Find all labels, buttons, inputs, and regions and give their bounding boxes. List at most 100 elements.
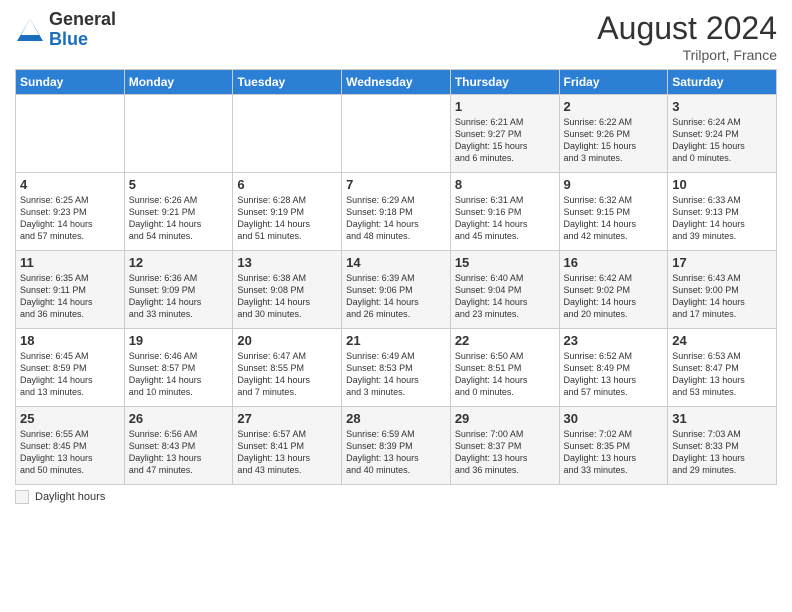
day-number: 19 [129, 333, 229, 348]
cell-w3-d0: 11Sunrise: 6:35 AM Sunset: 9:11 PM Dayli… [16, 251, 125, 329]
day-info: Sunrise: 6:26 AM Sunset: 9:21 PM Dayligh… [129, 194, 229, 243]
cell-w5-d4: 29 Sunrise: 7:00 AM Sunset: 8:37 PM Dayli… [450, 407, 559, 485]
day-info: Sunrise: 6:43 AM Sunset: 9:00 PM Dayligh… [672, 272, 772, 321]
legend-box [15, 490, 29, 504]
weekday-thursday: Thursday [450, 70, 559, 95]
cell-w2-d2: 6Sunrise: 6:28 AM Sunset: 9:19 PM Daylig… [233, 173, 342, 251]
cell-w3-d6: 17 Sunrise: 6:43 AM Sunset: 9:00 PM Dayli… [668, 251, 777, 329]
day-info: Sunrise: 6:24 AM Sunset: 9:24 PM Dayligh… [672, 116, 772, 165]
day-number: 25 [20, 411, 120, 426]
day-number: 27 [237, 411, 337, 426]
day-number: 3 [672, 99, 772, 114]
day-info: Sunrise: 6:31 AM Sunset: 9:16 PM Dayligh… [455, 194, 555, 243]
cell-w1-d4: 1 Sunrise: 6:21 AM Sunset: 9:27 PM Daylig… [450, 95, 559, 173]
cell-w4-d5: 23 Sunrise: 6:52 AM Sunset: 8:49 PM Dayli… [559, 329, 668, 407]
cell-w4-d0: 18 Sunrise: 6:45 AM Sunset: 8:59 PM Dayli… [16, 329, 125, 407]
logo-icon [15, 15, 45, 45]
day-number: 26 [129, 411, 229, 426]
day-number: 1 [455, 99, 555, 114]
day-info: Sunrise: 6:21 AM Sunset: 9:27 PM Dayligh… [455, 116, 555, 165]
logo-text: General Blue [49, 10, 116, 50]
day-info: Sunrise: 6:45 AM Sunset: 8:59 PM Dayligh… [20, 350, 120, 399]
day-info: Sunrise: 6:36 AM Sunset: 9:09 PM Dayligh… [129, 272, 229, 321]
cell-w5-d2: 27 Sunrise: 6:57 AM Sunset: 8:41 PM Dayli… [233, 407, 342, 485]
cell-w3-d1: 12 Sunrise: 6:36 AM Sunset: 9:09 PM Dayli… [124, 251, 233, 329]
week-row-1: 1 Sunrise: 6:21 AM Sunset: 9:27 PM Daylig… [16, 95, 777, 173]
cell-w1-d1 [124, 95, 233, 173]
day-info: Sunrise: 6:25 AM Sunset: 9:23 PM Dayligh… [20, 194, 120, 243]
day-info: Sunrise: 6:42 AM Sunset: 9:02 PM Dayligh… [564, 272, 664, 321]
cell-w3-d3: 14 Sunrise: 6:39 AM Sunset: 9:06 PM Dayli… [342, 251, 451, 329]
cell-w4-d6: 24 Sunrise: 6:53 AM Sunset: 8:47 PM Dayli… [668, 329, 777, 407]
weekday-sunday: Sunday [16, 70, 125, 95]
day-info: Sunrise: 6:46 AM Sunset: 8:57 PM Dayligh… [129, 350, 229, 399]
day-info: Sunrise: 6:59 AM Sunset: 8:39 PM Dayligh… [346, 428, 446, 477]
cell-w5-d5: 30Sunrise: 7:02 AM Sunset: 8:35 PM Dayli… [559, 407, 668, 485]
day-info: Sunrise: 6:39 AM Sunset: 9:06 PM Dayligh… [346, 272, 446, 321]
day-number: 9 [564, 177, 664, 192]
day-info: Sunrise: 6:38 AM Sunset: 9:08 PM Dayligh… [237, 272, 337, 321]
cell-w2-d5: 9 Sunrise: 6:32 AM Sunset: 9:15 PM Daylig… [559, 173, 668, 251]
day-info: Sunrise: 6:40 AM Sunset: 9:04 PM Dayligh… [455, 272, 555, 321]
day-number: 13 [237, 255, 337, 270]
header: General Blue August 2024 Trilport, Franc… [15, 10, 777, 63]
cell-w5-d0: 25 Sunrise: 6:55 AM Sunset: 8:45 PM Dayli… [16, 407, 125, 485]
day-info: Sunrise: 6:53 AM Sunset: 8:47 PM Dayligh… [672, 350, 772, 399]
day-info: Sunrise: 6:47 AM Sunset: 8:55 PM Dayligh… [237, 350, 337, 399]
day-info: Sunrise: 6:55 AM Sunset: 8:45 PM Dayligh… [20, 428, 120, 477]
week-row-4: 18 Sunrise: 6:45 AM Sunset: 8:59 PM Dayli… [16, 329, 777, 407]
cell-w1-d5: 2Sunrise: 6:22 AM Sunset: 9:26 PM Daylig… [559, 95, 668, 173]
weekday-tuesday: Tuesday [233, 70, 342, 95]
day-number: 23 [564, 333, 664, 348]
day-number: 21 [346, 333, 446, 348]
cell-w5-d6: 31Sunrise: 7:03 AM Sunset: 8:33 PM Dayli… [668, 407, 777, 485]
day-info: Sunrise: 6:32 AM Sunset: 9:15 PM Dayligh… [564, 194, 664, 243]
cell-w3-d2: 13 Sunrise: 6:38 AM Sunset: 9:08 PM Dayli… [233, 251, 342, 329]
weekday-friday: Friday [559, 70, 668, 95]
day-number: 31 [672, 411, 772, 426]
day-number: 12 [129, 255, 229, 270]
footer: Daylight hours [15, 490, 777, 504]
month-year: August 2024 [597, 10, 777, 47]
day-info: Sunrise: 6:57 AM Sunset: 8:41 PM Dayligh… [237, 428, 337, 477]
cell-w1-d2 [233, 95, 342, 173]
calendar-table: SundayMondayTuesdayWednesdayThursdayFrid… [15, 69, 777, 485]
day-number: 29 [455, 411, 555, 426]
day-info: Sunrise: 6:49 AM Sunset: 8:53 PM Dayligh… [346, 350, 446, 399]
cell-w5-d3: 28 Sunrise: 6:59 AM Sunset: 8:39 PM Dayli… [342, 407, 451, 485]
day-info: Sunrise: 6:28 AM Sunset: 9:19 PM Dayligh… [237, 194, 337, 243]
title-block: August 2024 Trilport, France [597, 10, 777, 63]
day-number: 10 [672, 177, 772, 192]
cell-w1-d3 [342, 95, 451, 173]
logo-blue-text: Blue [49, 30, 116, 50]
day-number: 8 [455, 177, 555, 192]
day-number: 28 [346, 411, 446, 426]
day-info: Sunrise: 6:52 AM Sunset: 8:49 PM Dayligh… [564, 350, 664, 399]
day-info: Sunrise: 6:56 AM Sunset: 8:43 PM Dayligh… [129, 428, 229, 477]
day-info: Sunrise: 6:50 AM Sunset: 8:51 PM Dayligh… [455, 350, 555, 399]
legend-label: Daylight hours [35, 491, 105, 503]
day-number: 7 [346, 177, 446, 192]
day-number: 18 [20, 333, 120, 348]
cell-w1-d6: 3 Sunrise: 6:24 AM Sunset: 9:24 PM Daylig… [668, 95, 777, 173]
weekday-header-row: SundayMondayTuesdayWednesdayThursdayFrid… [16, 70, 777, 95]
cell-w2-d1: 5 Sunrise: 6:26 AM Sunset: 9:21 PM Daylig… [124, 173, 233, 251]
day-info: Sunrise: 6:35 AM Sunset: 9:11 PM Dayligh… [20, 272, 120, 321]
day-number: 5 [129, 177, 229, 192]
week-row-5: 25 Sunrise: 6:55 AM Sunset: 8:45 PM Dayli… [16, 407, 777, 485]
weekday-wednesday: Wednesday [342, 70, 451, 95]
day-number: 22 [455, 333, 555, 348]
location: Trilport, France [597, 47, 777, 63]
cell-w3-d5: 16Sunrise: 6:42 AM Sunset: 9:02 PM Dayli… [559, 251, 668, 329]
cell-w4-d3: 21 Sunrise: 6:49 AM Sunset: 8:53 PM Dayli… [342, 329, 451, 407]
day-info: Sunrise: 6:33 AM Sunset: 9:13 PM Dayligh… [672, 194, 772, 243]
day-number: 14 [346, 255, 446, 270]
day-info: Sunrise: 6:29 AM Sunset: 9:18 PM Dayligh… [346, 194, 446, 243]
day-number: 17 [672, 255, 772, 270]
cell-w2-d6: 10 Sunrise: 6:33 AM Sunset: 9:13 PM Dayli… [668, 173, 777, 251]
cell-w2-d3: 7 Sunrise: 6:29 AM Sunset: 9:18 PM Daylig… [342, 173, 451, 251]
day-number: 24 [672, 333, 772, 348]
weekday-saturday: Saturday [668, 70, 777, 95]
day-info: Sunrise: 7:00 AM Sunset: 8:37 PM Dayligh… [455, 428, 555, 477]
day-number: 15 [455, 255, 555, 270]
